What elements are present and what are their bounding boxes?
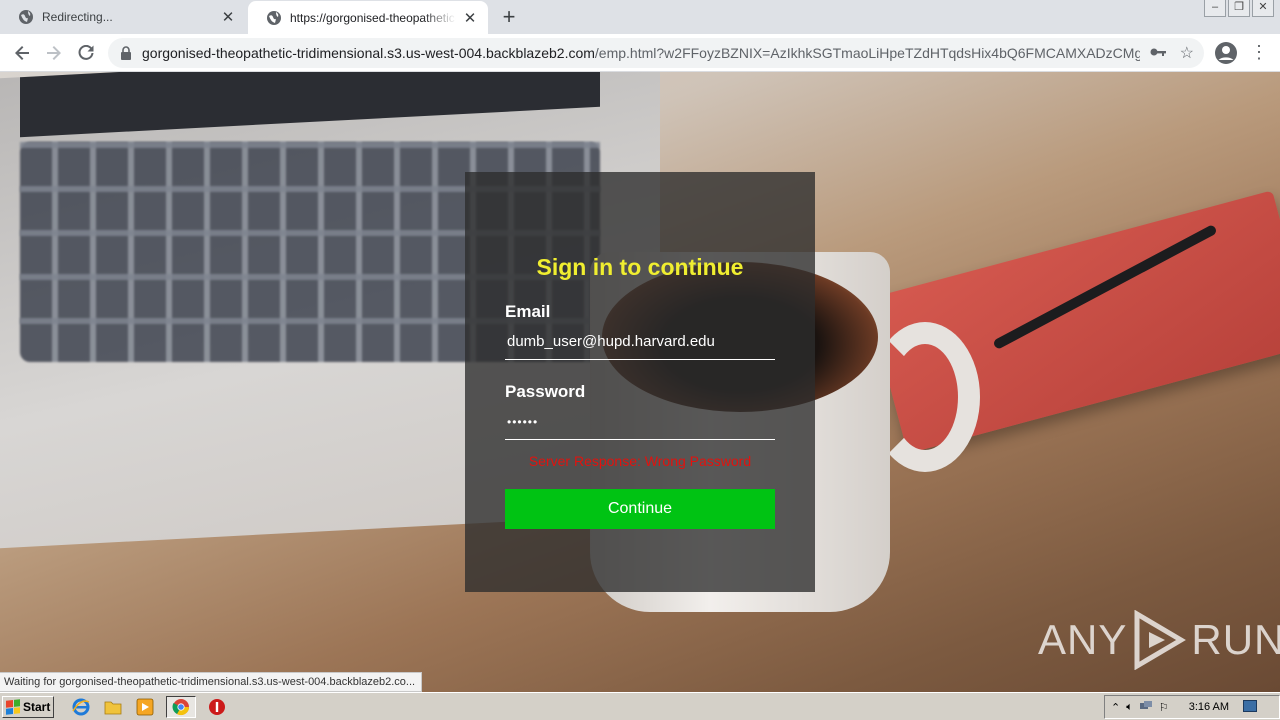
url-path: /emp.html?w2FFoyzBZNIX=AzIkhkSGTmaoLiHpe… — [594, 45, 1140, 61]
address-bar[interactable]: gorgonised-theopathetic-tridimensional.s… — [108, 38, 1204, 68]
anyrun-watermark: ANY RUN — [1038, 610, 1280, 670]
network-icon[interactable] — [1139, 700, 1153, 715]
forward-arrow-icon[interactable] — [42, 41, 66, 65]
windows-taskbar: Start ⌃ 🔈︎ ⚐ 3:16 AM — [0, 692, 1280, 720]
tray-expand-icon[interactable]: ⌃ — [1111, 701, 1120, 714]
globe-icon — [267, 10, 281, 25]
globe-icon — [19, 10, 33, 24]
browser-toolbar: gorgonised-theopathetic-tridimensional.s… — [0, 34, 1280, 72]
menu-dots-icon[interactable]: ⋮ — [1250, 41, 1268, 65]
login-card: Sign in to continue Email Password Serve… — [465, 172, 815, 592]
email-label: Email — [505, 302, 551, 321]
start-button[interactable]: Start — [2, 695, 54, 718]
minimize-icon[interactable]: – — [1204, 0, 1226, 17]
new-tab-button[interactable]: + — [498, 6, 520, 29]
tab-strip: Redirecting... ✕ https://gorgonised-theo… — [0, 0, 1280, 34]
close-window-icon[interactable]: ✕ — [1252, 0, 1274, 17]
media-player-icon[interactable] — [134, 696, 156, 718]
windows-logo-icon — [6, 698, 20, 715]
watermark-text-left: ANY — [1038, 616, 1128, 663]
system-tray: ⌃ 🔈︎ ⚐ 3:16 AM — [1104, 695, 1280, 719]
password-field[interactable] — [505, 404, 775, 440]
url-host: gorgonised-theopathetic-tridimensional.s… — [142, 45, 595, 61]
tab-active-page[interactable]: https://gorgonised-theopathetic-tridimen… — [248, 1, 488, 34]
internet-explorer-icon[interactable] — [70, 696, 92, 718]
tab-title: https://gorgonised-theopathetic-tridimen… — [290, 10, 456, 25]
window-controls: – ❐ ✕ — [1204, 0, 1274, 17]
profile-avatar-icon[interactable] — [1214, 41, 1238, 65]
tab-title: Redirecting... — [42, 10, 113, 24]
key-icon[interactable] — [1150, 44, 1166, 62]
url-text[interactable]: gorgonised-theopathetic-tridimensional.s… — [142, 45, 1140, 61]
chrome-taskbar-icon[interactable] — [166, 695, 196, 718]
close-icon[interactable]: ✕ — [462, 10, 478, 27]
star-icon[interactable]: ☆ — [1180, 43, 1194, 63]
volume-icon[interactable]: 🔈︎ — [1126, 701, 1133, 714]
status-bubble: Waiting for gorgonised-theopathetic-trid… — [0, 672, 423, 692]
password-label: Password — [505, 382, 586, 401]
show-desktop-icon[interactable] — [1243, 699, 1258, 715]
email-field[interactable] — [505, 324, 775, 360]
back-arrow-icon[interactable] — [10, 41, 34, 65]
login-title: Sign in to continue — [536, 254, 744, 280]
start-label: Start — [23, 699, 51, 714]
close-icon[interactable]: ✕ — [220, 9, 236, 26]
watermark-text-right: RUN — [1191, 616, 1280, 663]
folder-icon[interactable] — [102, 696, 124, 718]
quick-launch — [70, 695, 228, 718]
error-message: Server Response: Wrong Password — [528, 453, 752, 469]
play-logo-icon — [1134, 610, 1187, 670]
flag-icon[interactable]: ⚐ — [1159, 701, 1169, 714]
reload-icon[interactable] — [74, 41, 98, 65]
tab-redirecting[interactable]: Redirecting... ✕ — [0, 0, 246, 34]
page-content: Sign in to continue Email Password Serve… — [0, 72, 1280, 692]
continue-button[interactable]: Continue — [505, 489, 775, 529]
restore-icon[interactable]: ❐ — [1228, 0, 1250, 17]
stop-icon[interactable] — [206, 696, 228, 718]
lock-icon — [121, 46, 131, 60]
clock: 3:16 AM — [1188, 701, 1230, 713]
